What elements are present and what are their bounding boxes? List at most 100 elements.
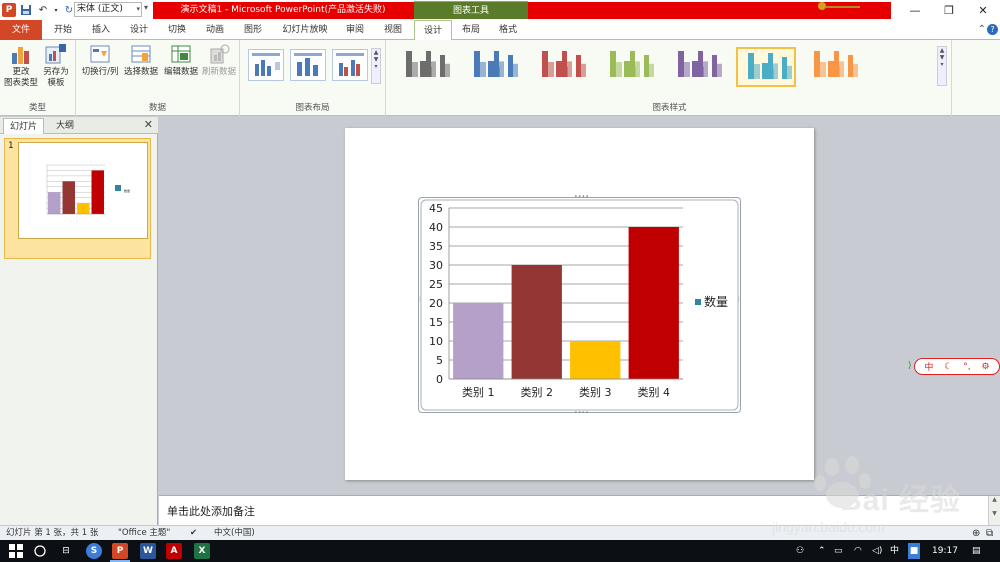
zoom-in-icon[interactable]: ⊕ — [972, 527, 980, 540]
tab-view[interactable]: 视图 — [378, 20, 408, 40]
acrobat-taskbar-icon[interactable]: A — [166, 543, 182, 559]
gear-icon[interactable]: ⚙ — [981, 362, 989, 372]
slide-thumbnail-1[interactable]: 1 数量 — [4, 138, 151, 259]
tray-expand-icon[interactable]: ⌃ — [818, 543, 826, 559]
chart-type-icon — [10, 43, 32, 65]
chart-layout-option-3[interactable] — [332, 49, 368, 81]
chart-style-option-1[interactable] — [396, 47, 456, 87]
style-bar — [630, 51, 635, 77]
customize-qat-icon[interactable]: ▾ — [144, 3, 148, 12]
tab-review[interactable]: 审阅 — [340, 20, 370, 40]
fit-to-window-icon[interactable]: ⧉ — [986, 527, 993, 540]
template-icon — [45, 43, 67, 65]
window-controls: — ❐ ✕ — [898, 0, 1000, 20]
chart-style-option-7[interactable] — [804, 47, 864, 87]
ribbon-group-data: 切换行/列 选择数据 编辑数据 刷新数据 数据 — [76, 40, 240, 116]
switch-row-column-label: 切换行/列 — [81, 67, 119, 77]
restore-button[interactable]: ❐ — [932, 0, 966, 20]
tab-slides[interactable]: 幻灯片 — [3, 118, 45, 134]
ime-app-icon[interactable]: ■ — [908, 543, 920, 559]
style-gallery-scroll[interactable]: ▲ ▼ ▾ — [937, 46, 947, 86]
spell-check-icon[interactable]: ✔ — [190, 527, 197, 540]
edit-data-button[interactable]: 编辑数据 — [162, 43, 200, 78]
tab-outline[interactable]: 大纲 — [50, 118, 80, 134]
help-icon[interactable]: ? — [987, 24, 998, 35]
undo-icon[interactable]: ↶ — [36, 3, 50, 17]
switch-row-column-button[interactable]: 切换行/列 — [79, 43, 121, 78]
notes-scrollbar[interactable]: ▲ ▼ — [988, 496, 1000, 526]
moon-icon[interactable]: ☾ — [944, 362, 952, 372]
language-status[interactable]: 中文(中国) — [214, 527, 255, 540]
select-data-label: 选择数据 — [123, 67, 158, 77]
tab-graphics[interactable]: 图形 — [238, 20, 268, 40]
change-chart-type-button[interactable]: 更改 图表类型 — [3, 43, 39, 89]
search-icon[interactable] — [32, 543, 48, 559]
style-bar — [426, 51, 431, 77]
tab-file[interactable]: 文件 — [0, 20, 42, 40]
tab-slideshow[interactable]: 幻灯片放映 — [278, 20, 332, 40]
battery-icon[interactable]: ▭ — [834, 543, 843, 559]
y-tick-label: 20 — [429, 297, 443, 310]
chart-layout-option-2[interactable] — [290, 49, 326, 81]
chart-bar — [628, 227, 679, 379]
select-data-button[interactable]: 选择数据 — [122, 43, 160, 78]
slide-canvas[interactable]: ∙∙∙∙ ∙∙∙∙ ⋮ ⋮ 0 5 10 15 20 25 30 35 40 45 类别 1 类别 2… — [345, 128, 814, 480]
save-icon[interactable] — [19, 3, 33, 17]
people-icon[interactable]: ⚇ — [796, 543, 804, 559]
powerpoint-taskbar-icon[interactable]: P — [112, 543, 128, 559]
notes-pane[interactable]: 单击此处添加备注 ▲ ▼ — [159, 495, 1000, 526]
slide-editing-area: ∙∙∙∙ ∙∙∙∙ ⋮ ⋮ 0 5 10 15 20 25 30 35 40 45 类别 1 类别 2… — [159, 117, 1000, 495]
task-view-icon[interactable]: ⊟ — [58, 543, 74, 559]
font-name-combo[interactable]: 宋体 (正文) ▾ — [74, 2, 142, 17]
excel-taskbar-icon[interactable]: X — [194, 543, 210, 559]
bar-chart: 0 5 10 15 20 25 30 35 40 45 类别 1 类别 2 类别 3 类别 4 数量 — [420, 199, 739, 411]
style-bar — [562, 51, 567, 77]
tab-transitions[interactable]: 切换 — [162, 20, 192, 40]
save-as-template-button[interactable]: 另存为 模板 — [38, 43, 74, 89]
chart-style-option-5[interactable] — [668, 47, 728, 87]
y-tick-label: 40 — [429, 221, 443, 234]
chart-style-option-4[interactable] — [600, 47, 660, 87]
windows-start-icon[interactable] — [8, 543, 24, 559]
volume-icon[interactable]: ◁) — [872, 543, 882, 559]
slides-panel: 幻灯片 大纲 ✕ 1 数量 — [0, 117, 158, 525]
style-bar — [712, 55, 717, 77]
tab-chart-design[interactable]: 设计 — [414, 20, 452, 41]
input-mode-icon[interactable]: 中 — [924, 360, 933, 373]
powerpoint-logo-icon[interactable]: P — [2, 3, 16, 17]
x-tick-label: 类别 2 — [521, 385, 554, 399]
chart-style-option-3[interactable] — [532, 47, 592, 87]
style-bar — [703, 61, 708, 77]
tab-animations[interactable]: 动画 — [200, 20, 230, 40]
minimize-ribbon-icon[interactable]: ⌃ — [978, 24, 986, 35]
save-as-template-label: 另存为 模板 — [43, 67, 69, 88]
chart-style-option-2[interactable] — [464, 47, 524, 87]
refresh-data-button[interactable]: 刷新数据 — [200, 43, 238, 78]
style-bar — [420, 61, 426, 77]
chart-bar — [77, 203, 90, 214]
tab-chart-format[interactable]: 格式 — [490, 20, 526, 40]
close-icon[interactable]: ✕ — [144, 118, 153, 131]
clock[interactable]: 19:17 — [932, 543, 958, 559]
ime-indicator[interactable]: 中 — [890, 543, 899, 559]
punctuation-icon[interactable]: °, — [963, 362, 970, 372]
tab-home[interactable]: 开始 — [48, 20, 78, 40]
close-button[interactable]: ✕ — [966, 0, 1000, 20]
tab-chart-layout[interactable]: 布局 — [454, 20, 488, 40]
minimize-button[interactable]: — — [898, 0, 932, 20]
browser-icon[interactable]: S — [86, 543, 102, 559]
floating-mini-toolbar: ⟩ 中 ☾ °, ⚙ — [908, 358, 1000, 375]
undo-dropdown-icon[interactable]: ▾ — [53, 3, 59, 17]
layout-gallery-scroll[interactable]: ▲ ▼ ▾ — [371, 48, 381, 84]
chart-style-option-6[interactable] — [736, 47, 796, 87]
chart-layout-option-1[interactable] — [248, 49, 284, 81]
wifi-icon[interactable]: ◠ — [854, 543, 862, 559]
tab-insert[interactable]: 插入 — [86, 20, 116, 40]
status-bar: 幻灯片 第 1 张，共 1 张 "Office 主题" ✔ 中文(中国) ⊕ ⧉ — [0, 525, 1000, 540]
notification-icon[interactable]: ▤ — [972, 543, 981, 559]
y-tick-label: 45 — [429, 202, 443, 215]
legend-label: 数量 — [124, 188, 130, 193]
tab-design[interactable]: 设计 — [124, 20, 154, 40]
chart-object[interactable]: ∙∙∙∙ ∙∙∙∙ ⋮ ⋮ 0 5 10 15 20 25 30 35 40 45 类别 1 类别 2… — [417, 194, 742, 416]
word-taskbar-icon[interactable]: W — [140, 543, 156, 559]
